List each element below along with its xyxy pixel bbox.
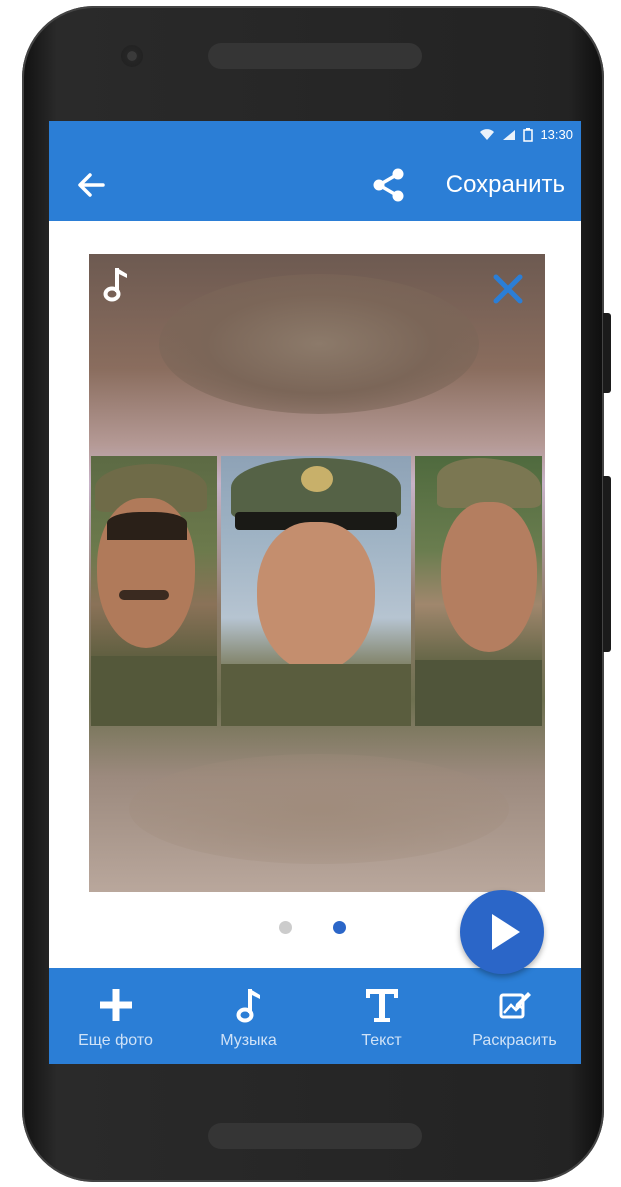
plus-icon [99, 989, 132, 1021]
front-camera [121, 45, 143, 67]
moustache [119, 590, 169, 600]
photo-soldier-right[interactable] [415, 456, 542, 726]
add-photo-button[interactable]: Еще фото [49, 968, 182, 1064]
blurred-background-top [159, 274, 479, 414]
tunic [221, 664, 411, 726]
play-icon [492, 914, 520, 950]
colorize-button[interactable]: Раскрасить [448, 968, 581, 1064]
page-dot-2[interactable] [333, 921, 346, 934]
share-button[interactable] [371, 167, 407, 203]
photo-officer-center[interactable] [221, 456, 411, 726]
hair [107, 512, 187, 540]
canvas-music-button[interactable] [99, 264, 133, 304]
music-note-icon [236, 989, 260, 1023]
music-note-icon [103, 268, 127, 302]
status-time: 13:30 [540, 127, 573, 142]
signal-icon [503, 129, 516, 140]
tunic [415, 660, 542, 726]
arrow-left-icon [78, 173, 105, 197]
face [441, 502, 537, 652]
field-cap [437, 458, 541, 508]
screen: 13:30 Сохранить Еще фото Музыка Текст Ра… [49, 121, 581, 1064]
tool-label-add-photo: Еще фото [78, 1032, 153, 1049]
status-bar: 13:30 [49, 121, 581, 149]
blurred-background-bottom [129, 754, 509, 864]
text-button[interactable]: Текст [315, 968, 448, 1064]
app-bar: Сохранить [49, 149, 581, 221]
collage-canvas[interactable] [89, 254, 545, 892]
face [257, 522, 375, 672]
page-dot-1[interactable] [279, 921, 292, 934]
tool-label-colorize: Раскрасить [472, 1032, 557, 1049]
wifi-icon [480, 128, 495, 140]
tunic [91, 656, 217, 726]
bottom-toolbar: Еще фото Музыка Текст Раскрасить [49, 968, 581, 1064]
photo-strip [91, 456, 542, 726]
power-button [603, 476, 611, 652]
tool-label-music: Музыка [220, 1032, 277, 1049]
back-button[interactable] [75, 169, 107, 201]
close-icon [493, 274, 523, 304]
photo-soldier-left[interactable] [91, 456, 217, 726]
remove-photo-button[interactable] [491, 272, 525, 306]
volume-button [603, 313, 611, 393]
battery-icon [523, 127, 534, 142]
text-icon [365, 989, 398, 1022]
share-icon [373, 168, 404, 202]
colorize-icon [499, 992, 531, 1019]
cap-badge [301, 466, 333, 492]
play-button[interactable] [460, 890, 544, 974]
earpiece-speaker [208, 43, 422, 69]
save-button[interactable]: Сохранить [446, 171, 565, 199]
bottom-speaker [208, 1123, 422, 1149]
tool-label-text: Текст [361, 1032, 402, 1049]
music-button[interactable]: Музыка [182, 968, 315, 1064]
